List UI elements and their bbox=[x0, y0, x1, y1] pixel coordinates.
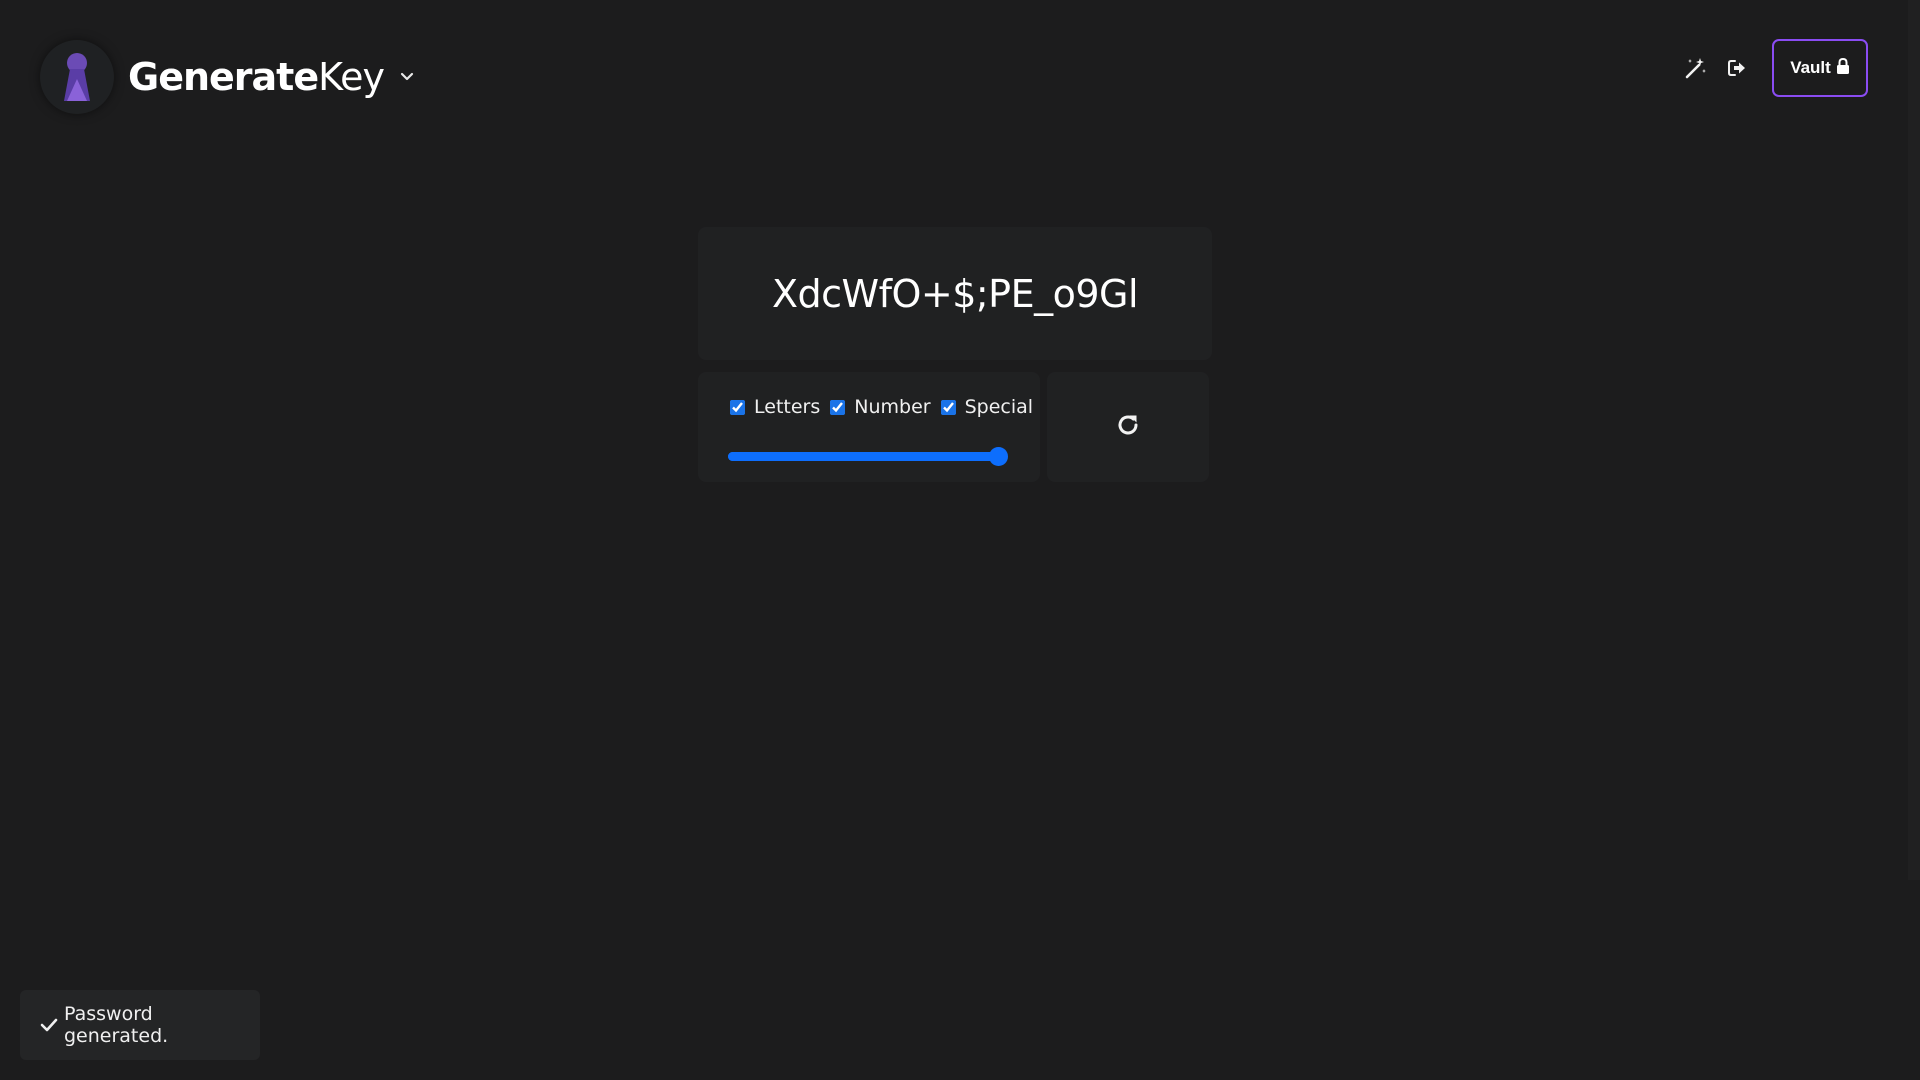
character-options: Letters Number Special bbox=[730, 396, 1043, 418]
lock-icon bbox=[1836, 57, 1850, 79]
brand-menu[interactable]: GenerateKey bbox=[40, 40, 416, 114]
special-label: Special bbox=[964, 396, 1034, 418]
special-checkbox[interactable] bbox=[940, 399, 956, 415]
rotate-right-icon bbox=[1115, 412, 1141, 442]
brand-name-light: Key bbox=[318, 55, 385, 99]
vault-button[interactable]: Vault bbox=[1772, 39, 1868, 97]
toast-message: Password generated. bbox=[64, 1003, 169, 1047]
scrollbar[interactable] bbox=[1908, 0, 1920, 880]
letters-option[interactable]: Letters bbox=[730, 396, 820, 418]
password-display[interactable]: XdcWfO+$;PE_o9Gl bbox=[698, 227, 1212, 360]
options-panel: Letters Number Special bbox=[698, 372, 1040, 482]
toast-notification: Password generated. bbox=[20, 990, 260, 1060]
number-checkbox[interactable] bbox=[830, 399, 846, 415]
number-label: Number bbox=[854, 396, 931, 418]
sign-out-icon[interactable] bbox=[1723, 54, 1751, 82]
generated-password[interactable]: XdcWfO+$;PE_o9Gl bbox=[772, 272, 1139, 316]
check-icon bbox=[40, 1017, 58, 1033]
vault-button-label: Vault bbox=[1790, 58, 1831, 77]
keyhole-icon bbox=[40, 40, 114, 114]
magic-wand-icon[interactable] bbox=[1682, 54, 1710, 82]
toolbar: Vault bbox=[1682, 39, 1868, 97]
number-option[interactable]: Number bbox=[830, 396, 931, 418]
brand-name: GenerateKey bbox=[128, 55, 385, 99]
special-option[interactable]: Special bbox=[940, 396, 1034, 418]
chevron-down-icon[interactable] bbox=[398, 68, 416, 86]
page: GenerateKey Vault XdcWfO+$;PE_o9Gl Lette… bbox=[0, 0, 1920, 1080]
regenerate-button[interactable] bbox=[1047, 372, 1209, 482]
length-slider-thumb[interactable] bbox=[988, 447, 1008, 466]
letters-checkbox[interactable] bbox=[730, 399, 745, 415]
brand-name-bold: Generate bbox=[128, 55, 319, 99]
length-slider-fill bbox=[728, 452, 998, 461]
length-slider[interactable] bbox=[728, 447, 1008, 466]
letters-label: Letters bbox=[754, 396, 821, 418]
